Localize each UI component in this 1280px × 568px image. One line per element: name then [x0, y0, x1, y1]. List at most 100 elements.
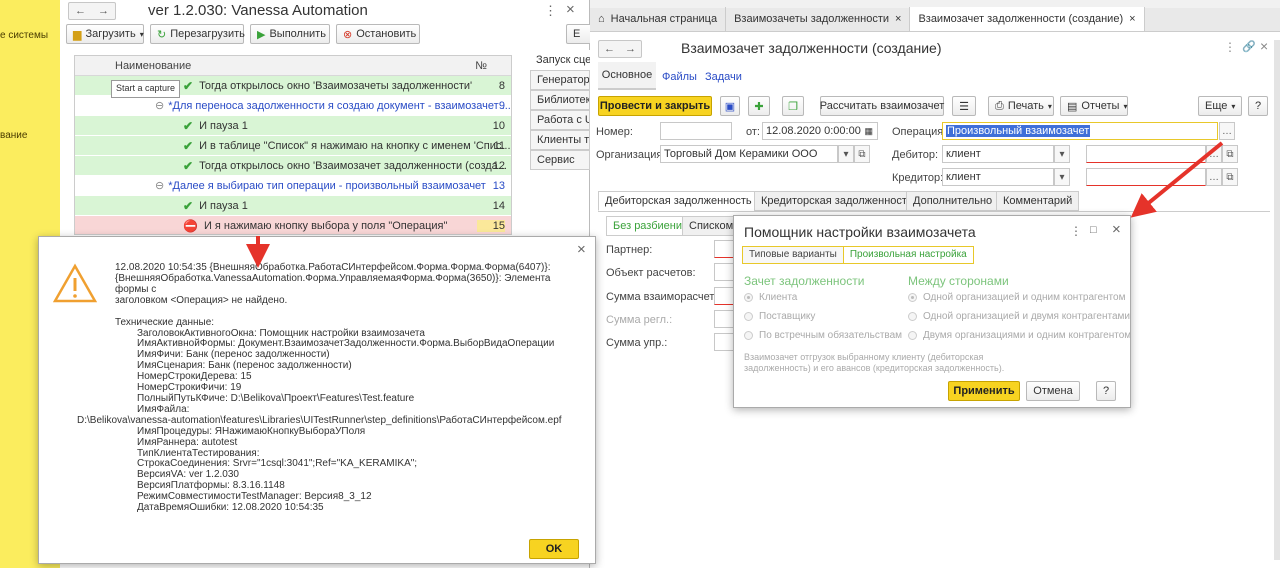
operation-select-button[interactable]: …	[1219, 122, 1235, 140]
post-icon[interactable]: ✚	[748, 96, 770, 116]
back-arrow-icon[interactable]: ←	[604, 43, 615, 55]
tree-row-error[interactable]: ⛔ И я нажимаю кнопку выбора у поля "Опер…	[75, 216, 511, 234]
link-icon[interactable]: 🔗	[1242, 40, 1256, 53]
close-icon[interactable]: ×	[577, 241, 586, 258]
side-item[interactable]: Библиотеки	[530, 90, 590, 110]
operation-field[interactable]: Произвольный взаимозачет	[942, 122, 1218, 140]
side-item[interactable]: Клиенты те	[530, 130, 590, 150]
tab-debitor[interactable]: Дебиторская задолженность (1)	[598, 191, 776, 211]
form-nav-buttons[interactable]: ← →	[598, 40, 642, 58]
nav-link-files[interactable]: Файлы	[662, 71, 697, 83]
org-field[interactable]: Торговый Дом Керамики ООО	[660, 145, 838, 163]
post-close-button[interactable]: Провести и закрыть	[598, 96, 712, 116]
reload-button[interactable]: ↻ Перезагрузить	[150, 24, 245, 44]
radio-mutual[interactable]: По встречным обязательствам	[744, 330, 902, 341]
start-capture-tooltip[interactable]: Start a capture	[111, 80, 181, 98]
load-button[interactable]: ▆ Загрузить ▾	[66, 24, 144, 44]
more-icon[interactable]: ⋮	[544, 3, 557, 19]
cancel-button[interactable]: Отмена	[1026, 381, 1080, 401]
tab-mutual-create[interactable]: Взаимозачет задолженности (создание) ×	[910, 7, 1145, 31]
maximize-icon[interactable]: □	[1090, 224, 1097, 236]
list-icon[interactable]: ☰	[952, 96, 976, 116]
creditor-select[interactable]: …	[1206, 168, 1222, 186]
close-icon[interactable]: ×	[1129, 13, 1135, 25]
radio-one-two[interactable]: Одной организацией и двумя контрагентами	[908, 311, 1130, 322]
tech-line: ДатаВремяОшибки: 12.08.2020 10:54:35	[137, 502, 324, 514]
nav-link-main[interactable]: Основное	[598, 62, 656, 90]
debtor-field[interactable]	[1086, 145, 1206, 163]
tree-row[interactable]: ✔ И в таблице "Список" я нажимаю на кноп…	[75, 136, 511, 156]
nav-buttons[interactable]: ← →	[68, 2, 116, 20]
tab-custom[interactable]: Произвольная настройка	[843, 247, 973, 263]
close-icon[interactable]: ×	[566, 1, 575, 18]
more-button[interactable]: Еще ▾	[1198, 96, 1242, 116]
org-dropdown[interactable]: ▾	[838, 145, 854, 163]
scrollbar[interactable]	[1274, 40, 1280, 560]
debtor-dropdown[interactable]: ▾	[1054, 145, 1070, 163]
print-button[interactable]: ⎙ Печать ▾	[988, 96, 1054, 116]
more-icon[interactable]: ⋮	[1224, 40, 1236, 54]
radio-client[interactable]: Клиента	[744, 292, 797, 303]
radio-two-one[interactable]: Двумя организациями и одним контрагентом	[908, 330, 1131, 341]
tree-row[interactable]: ⊖ *Для переноса задолженности я создаю д…	[75, 96, 511, 116]
help-button[interactable]: ?	[1096, 381, 1116, 401]
radio-one-one[interactable]: Одной организацией и одним контрагентом	[908, 292, 1125, 303]
object-field[interactable]	[714, 263, 734, 281]
creditor-dropdown[interactable]: ▾	[1054, 168, 1070, 186]
save-icon[interactable]: ▣	[720, 96, 740, 116]
help-button[interactable]: ?	[1248, 96, 1268, 116]
tab-home[interactable]: ⌂ Начальная страница	[590, 7, 727, 31]
sum-upr-field[interactable]	[714, 333, 734, 351]
side-item[interactable]: Генератор	[530, 70, 590, 90]
tab-mutual-list[interactable]: Взаимозачеты задолженности ×	[726, 7, 911, 31]
print-label: Печать	[1007, 100, 1044, 112]
close-icon[interactable]: ×	[1112, 221, 1121, 238]
scenario-tree[interactable]: Наименование № ✔ Тогда открылось окно 'В…	[74, 55, 512, 235]
creditor-type-field[interactable]: клиент	[942, 168, 1054, 186]
tab-comment[interactable]: Комментарий	[996, 191, 1080, 211]
run-button[interactable]: ▶ Выполнить	[250, 24, 330, 44]
org-open[interactable]: ⧉	[854, 145, 870, 163]
radio-dot	[744, 293, 753, 302]
sum-mutual-field[interactable]	[714, 287, 734, 305]
calc-button[interactable]: Рассчитать взаимозачет	[820, 96, 944, 116]
copy-icon[interactable]: ❐	[782, 96, 804, 116]
more-icon[interactable]: ⋮	[1070, 224, 1082, 238]
calendar-icon[interactable]: ▦	[864, 126, 873, 137]
refresh-icon: ↻	[157, 28, 167, 41]
creditor-open[interactable]: ⧉	[1222, 168, 1238, 186]
collapse-icon[interactable]: ⊖	[155, 179, 164, 192]
tab-additional[interactable]: Дополнительно	[906, 191, 1000, 211]
date-field[interactable]: 12.08.2020 0:00:00 ▦	[762, 122, 878, 140]
more-label: Еще	[1205, 100, 1228, 112]
side-item[interactable]: Сервис	[530, 150, 590, 170]
tree-row[interactable]: ✔ Тогда открылось окно 'Взаимозачет задо…	[75, 156, 511, 176]
debtor-type-field[interactable]: клиент	[942, 145, 1054, 163]
debtor-open[interactable]: ⧉	[1222, 145, 1238, 163]
tree-row[interactable]: ✔ И пауза 1 10	[75, 116, 511, 136]
side-item[interactable]: Запуск сце	[530, 50, 590, 70]
subtab-list[interactable]: Списком	[682, 216, 741, 236]
tree-row[interactable]: ⊖ *Далее я выбираю тип операции - произв…	[75, 176, 511, 196]
partner-field[interactable]	[714, 240, 734, 258]
number-field[interactable]	[660, 122, 732, 140]
collapse-icon[interactable]: ⊖	[155, 99, 164, 112]
side-item[interactable]: Работа с UI	[530, 110, 590, 130]
forward-arrow-icon[interactable]: →	[625, 43, 636, 55]
tree-row[interactable]: ✔ И пауза 1 14	[75, 196, 511, 216]
creditor-field[interactable]	[1086, 168, 1206, 186]
tab-standard[interactable]: Типовые варианты	[743, 247, 844, 263]
nav-link-tasks[interactable]: Задачи	[705, 71, 742, 83]
reports-button[interactable]: ▤ Отчеты ▾	[1060, 96, 1128, 116]
close-icon[interactable]: ×	[1260, 38, 1268, 54]
apply-button[interactable]: Применить	[948, 381, 1020, 401]
debtor-select[interactable]: …	[1206, 145, 1222, 163]
forward-arrow-icon[interactable]: →	[98, 5, 109, 17]
close-icon[interactable]: ×	[895, 13, 901, 25]
radio-supplier[interactable]: Поставщику	[744, 311, 815, 322]
sum-reg-field[interactable]	[714, 310, 734, 328]
ok-button[interactable]: OK	[529, 539, 579, 559]
stop-button[interactable]: ⊗ Остановить	[336, 24, 420, 44]
back-arrow-icon[interactable]: ←	[75, 5, 86, 17]
